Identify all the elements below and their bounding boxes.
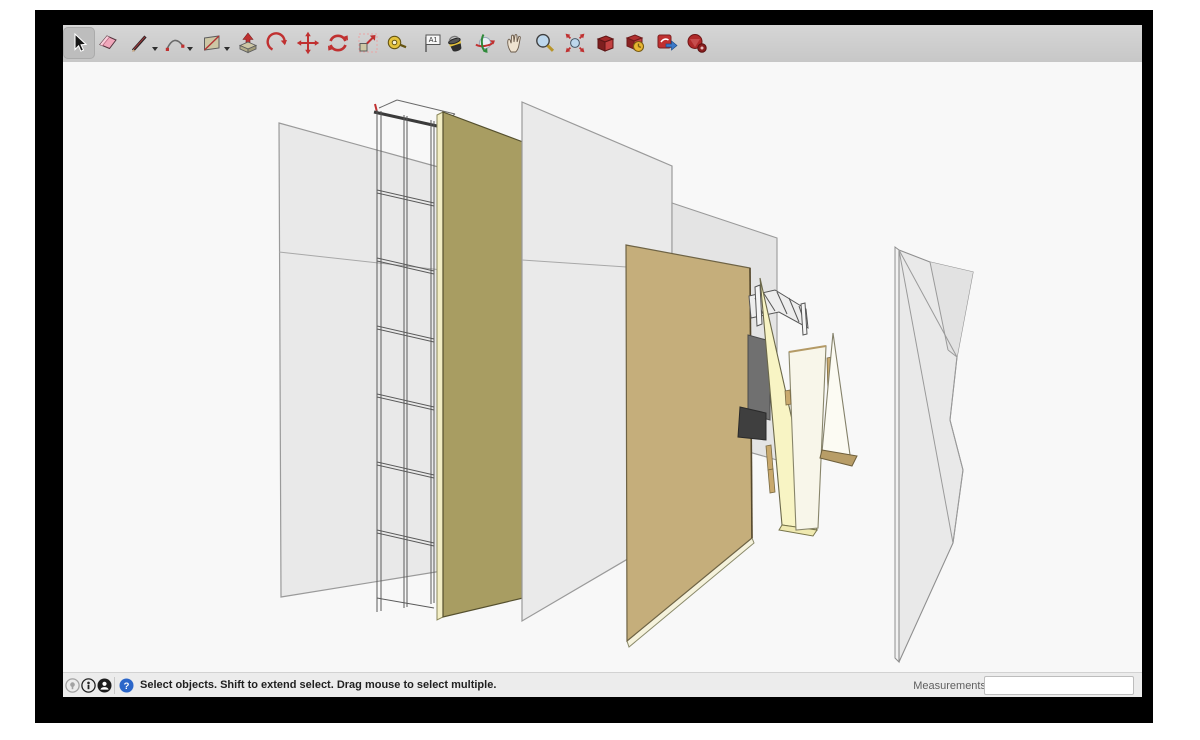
geolocation-icon[interactable]	[65, 678, 80, 693]
measurements-label: Measurements	[913, 680, 986, 692]
move-icon	[296, 31, 320, 55]
svg-text:?: ?	[124, 681, 130, 692]
tool-zoom-extents-button[interactable]	[562, 30, 588, 56]
tool-tape-measure-button[interactable]	[384, 30, 410, 56]
tape-measure-icon	[385, 31, 409, 55]
warehouse-boxes-icon	[593, 31, 617, 55]
status-message: Select objects. Shift to extend select. …	[140, 679, 496, 691]
credits-icon[interactable]	[81, 678, 96, 693]
tool-scale-button[interactable]	[355, 30, 381, 56]
select-cursor-icon	[67, 31, 91, 55]
desktop-background: A1	[35, 10, 1153, 723]
model-scene[interactable]	[63, 62, 1142, 672]
tool-line-button[interactable]	[127, 30, 153, 56]
tool-pan-button[interactable]	[502, 30, 528, 56]
arc-dropdown-caret[interactable]	[187, 47, 193, 51]
scale-icon	[356, 31, 380, 55]
tool-orbit-button[interactable]	[472, 30, 498, 56]
rectangle-dropdown-caret[interactable]	[224, 47, 230, 51]
paint-bucket-icon	[443, 31, 467, 55]
tool-extension-warehouse-button[interactable]	[684, 30, 710, 56]
flat-panel-left[interactable]	[279, 123, 442, 597]
pan-hand-icon	[503, 31, 527, 55]
tool-arc-button[interactable]	[162, 30, 188, 56]
tan-panel-light[interactable]	[626, 245, 754, 647]
share-model-icon	[655, 31, 679, 55]
measurements-input[interactable]	[984, 676, 1134, 695]
tan-panel-dark[interactable]	[437, 112, 523, 620]
tool-rotate-button[interactable]	[325, 30, 351, 56]
main-toolbar: A1	[63, 25, 1142, 63]
rotate-icon	[326, 31, 350, 55]
text-icon: A1	[420, 31, 444, 55]
tool-push-pull-button[interactable]	[235, 30, 261, 56]
sign-in-icon[interactable]	[97, 678, 112, 693]
app-window: A1	[63, 25, 1142, 697]
faceted-panel-right[interactable]	[895, 247, 973, 662]
zoom-extents-icon	[563, 31, 587, 55]
eraser-icon	[96, 31, 120, 55]
tool-select-button[interactable]	[63, 27, 95, 59]
tool-3d-warehouse-button[interactable]	[592, 30, 618, 56]
tool-paint-bucket-button[interactable]	[442, 30, 468, 56]
tool-get-models-button[interactable]	[622, 30, 648, 56]
tool-eraser-button[interactable]	[95, 30, 121, 56]
tool-offset-button[interactable]	[265, 30, 291, 56]
status-bar: ? Select objects. Shift to extend select…	[63, 672, 1142, 697]
tool-move-button[interactable]	[295, 30, 321, 56]
svg-text:A1: A1	[429, 37, 438, 44]
screenshot-stage: A1	[0, 0, 1200, 740]
help-icon[interactable]: ?	[119, 678, 134, 693]
tool-share-model-button[interactable]	[654, 30, 680, 56]
model-viewport[interactable]	[63, 62, 1142, 672]
offset-icon	[266, 31, 290, 55]
rectangle-icon	[200, 31, 224, 55]
push-pull-icon	[236, 31, 260, 55]
pencil-icon	[128, 31, 152, 55]
tool-zoom-button[interactable]	[532, 30, 558, 56]
line-dropdown-caret[interactable]	[152, 47, 158, 51]
tool-rectangle-button[interactable]	[199, 30, 225, 56]
arc-icon	[163, 31, 187, 55]
statusbar-divider	[114, 677, 115, 694]
zoom-icon	[533, 31, 557, 55]
orbit-icon	[473, 31, 497, 55]
get-models-clock-icon	[623, 31, 647, 55]
extension-warehouse-icon	[685, 31, 709, 55]
